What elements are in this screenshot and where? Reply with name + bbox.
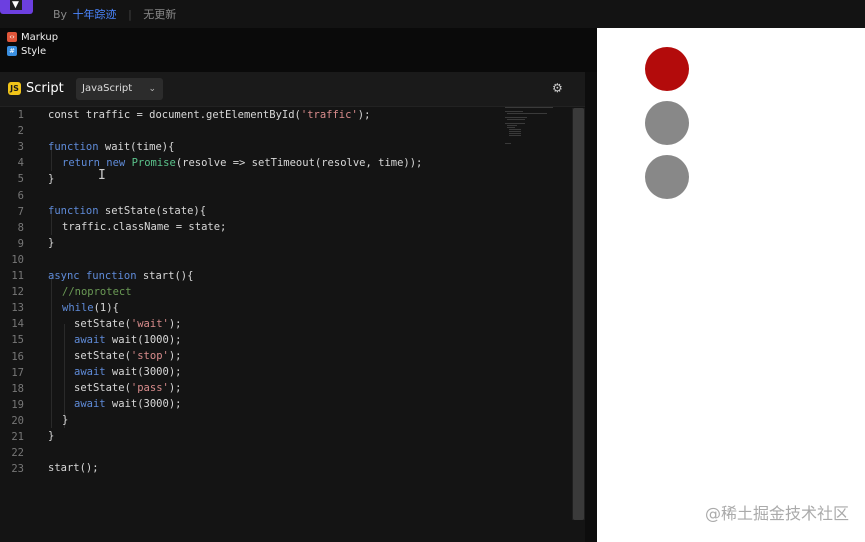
logo-icon[interactable]: ▼ <box>0 0 33 14</box>
line-number: 8 <box>17 221 24 234</box>
text-cursor-icon: I <box>98 168 106 183</box>
line-number: 14 <box>11 318 24 331</box>
code-line: async function start(){ <box>48 270 194 282</box>
code-line: setState('wait'); <box>74 318 182 330</box>
script-panel-title: Script <box>26 81 64 96</box>
line-number: 18 <box>11 382 24 395</box>
top-bar: ▼ By 十年踪迹 | 无更新 <box>0 0 865 28</box>
line-number: 20 <box>11 414 24 427</box>
bottom-light <box>645 155 689 199</box>
code-line: await wait(1000); <box>74 334 182 346</box>
language-select[interactable]: JavaScript ⌄ <box>76 78 163 100</box>
file-label: Markup <box>21 31 59 43</box>
gear-icon[interactable]: ⚙ <box>552 82 564 94</box>
file-label: Style <box>21 45 47 57</box>
line-number: 5 <box>17 173 24 186</box>
line-number: 6 <box>17 189 24 202</box>
line-number: 11 <box>11 270 24 282</box>
line-number: 22 <box>11 447 24 460</box>
line-number: 3 <box>17 141 24 154</box>
scrollbar-thumb[interactable] <box>573 108 584 520</box>
file-item-style[interactable]: # Style <box>7 44 46 58</box>
line-number: 2 <box>17 125 24 138</box>
code-line: while(1){ <box>62 302 119 314</box>
by-label: By <box>53 8 68 21</box>
markup-icon: ‹› <box>7 32 17 42</box>
update-status: 无更新 <box>143 8 177 21</box>
code-line: await wait(3000); <box>74 398 182 410</box>
line-number: 9 <box>17 237 24 250</box>
red-light <box>645 47 689 91</box>
indent-guide <box>51 276 52 428</box>
editor-scrollbar[interactable] <box>572 108 585 520</box>
file-list: ‹› Markup # Style <box>0 28 597 72</box>
author-link[interactable]: 十年踪迹 <box>73 8 117 21</box>
javascript-icon: JS <box>8 82 21 95</box>
code-line: } <box>62 414 69 426</box>
code-line: setState('stop'); <box>74 350 182 362</box>
author-byline: By 十年踪迹 | 无更新 <box>53 6 176 22</box>
line-number: 16 <box>11 350 24 363</box>
line-number: 15 <box>11 334 24 347</box>
file-item-markup[interactable]: ‹› Markup <box>7 30 58 44</box>
line-number: 23 <box>11 463 24 476</box>
watermark: @稀土掘金技术社区 <box>704 504 849 523</box>
code-line: await wait(3000); <box>74 366 182 378</box>
indent-guide <box>64 324 65 428</box>
code-line: traffic.className = state; <box>62 221 227 233</box>
code-editor[interactable]: 1 2 3 4 5 6 7 8 9 10 11 12 13 14 15 16 17 18 19 20 21 22 23 co… <box>0 107 585 542</box>
line-number: 10 <box>11 253 24 266</box>
preview-pane: @稀土掘金技术社区 <box>597 28 865 542</box>
code-line: setState('pass'); <box>74 382 182 394</box>
code-line: } <box>48 430 55 442</box>
line-number-gutter: 1 2 3 4 5 6 7 8 9 10 11 12 13 14 15 16 17 18 19 20 21 22 23 <box>0 107 34 542</box>
download-arrow-icon: ▼ <box>12 0 19 10</box>
code-line: //noprotect <box>62 286 132 298</box>
code-line: function wait(time){ <box>48 141 175 153</box>
middle-light <box>645 101 689 145</box>
code-line: start(); <box>48 462 99 474</box>
code-line: return new Promise(resolve => setTimeout… <box>62 157 423 169</box>
line-number: 12 <box>11 286 24 299</box>
line-number: 13 <box>11 302 24 315</box>
code-line: } <box>48 237 55 249</box>
style-icon: # <box>7 46 17 56</box>
line-number: 19 <box>11 398 24 411</box>
byline-divider: | <box>128 8 132 21</box>
language-select-value: JavaScript <box>82 83 133 94</box>
code-line: const traffic = document.getElementById(… <box>48 109 371 121</box>
line-number: 17 <box>11 366 24 379</box>
line-number: 4 <box>17 157 24 170</box>
chevron-down-icon: ⌄ <box>148 84 156 94</box>
line-number: 7 <box>17 205 24 218</box>
code-line: } <box>48 173 55 185</box>
code-line: function setState(state){ <box>48 205 207 217</box>
line-number: 21 <box>11 431 24 443</box>
code-minimap[interactable] <box>505 107 560 149</box>
line-number: 1 <box>17 109 24 121</box>
